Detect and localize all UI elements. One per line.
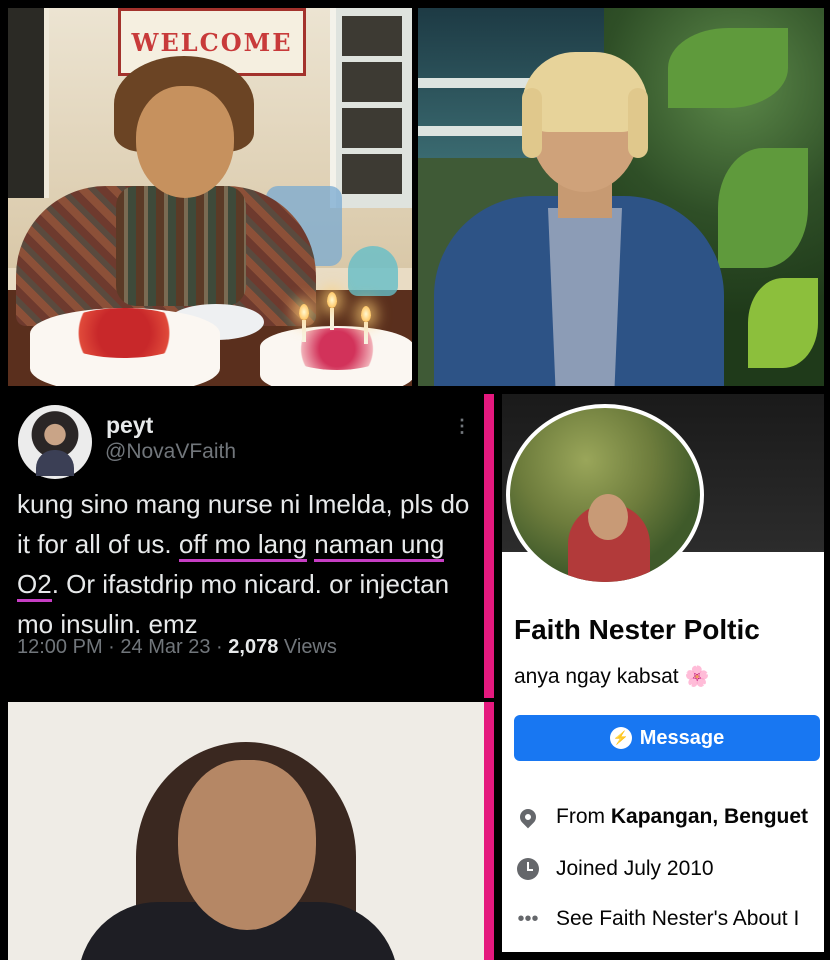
window-pane [342, 108, 402, 148]
candle-flame [327, 292, 337, 308]
leaf [718, 148, 808, 268]
hair-side [628, 88, 648, 158]
more-vertical-icon[interactable]: ⋮ [453, 416, 472, 437]
strawberry-topping [54, 308, 194, 358]
bio-text: anya ngay kabsat [514, 665, 679, 688]
tweet-text: kung sino mang nurse ni Imelda, pls do i… [17, 484, 477, 644]
window-pane [342, 154, 402, 194]
candle-flame [299, 304, 309, 320]
shirt [548, 208, 622, 386]
leaf [668, 28, 788, 108]
portrait-photo [418, 8, 824, 386]
person-face [136, 86, 234, 198]
more-horizontal-icon: ••• [517, 907, 539, 930]
flower-icon: 🌸 [684, 666, 710, 688]
clock-icon [514, 858, 542, 880]
tweet-date[interactable]: 24 Mar 23 [120, 636, 210, 658]
hair-side [522, 88, 542, 158]
message-button[interactable]: ⚡ Message [514, 715, 820, 761]
leaf [748, 278, 818, 368]
candle [302, 320, 306, 342]
welcome-sign-text: WELCOME [131, 27, 293, 57]
candle [330, 308, 334, 330]
left-window [8, 8, 49, 198]
facebook-profile: Faith Nester Poltic anya ngay kabsat 🌸 ⚡… [502, 394, 824, 952]
candle [364, 322, 368, 344]
location-pin-icon [514, 805, 542, 829]
tweet-time[interactable]: 12:00 PM [17, 636, 103, 658]
from-place[interactable]: Kapangan, Benguet [611, 805, 808, 829]
meta-separator: · [108, 636, 115, 658]
avatar-face [588, 494, 628, 540]
about-link[interactable]: See Faith Nester's About I [556, 907, 799, 931]
tweet-text-part: . Or ifastdrip mo nicard. or injectan mo… [17, 569, 450, 639]
water-bottle [348, 246, 398, 296]
person-face [178, 760, 316, 930]
tweet-card: peyt @NovaVFaith ⋮ kung sino mang nurse … [8, 394, 494, 698]
joined-text: Joined July 2010 [556, 857, 714, 880]
candle-flame [361, 306, 371, 322]
window-pane [342, 16, 402, 56]
window [330, 8, 412, 208]
birthday-photo: WELCOME [8, 8, 412, 386]
tweet-highlight: off mo lang [178, 529, 308, 562]
profile-bio: anya ngay kabsat 🌸 [514, 664, 709, 689]
portrait-photo-2 [8, 702, 494, 960]
tweet-views-count: 2,078 [228, 636, 279, 658]
profile-picture[interactable] [506, 404, 704, 586]
joined-row: Joined July 2010 [514, 854, 824, 884]
about-row[interactable]: ••• See Faith Nester's About I [514, 904, 824, 934]
cake-topping [282, 328, 392, 370]
messenger-icon: ⚡ [609, 727, 632, 749]
tweet-author-name[interactable]: peyt [106, 412, 153, 439]
meta-separator: · [216, 636, 223, 658]
from-row: From Kapangan, Benguet [514, 802, 824, 832]
message-button-label: Message [639, 726, 725, 749]
tweet-author-handle[interactable]: @NovaVFaith [105, 440, 236, 464]
scarf [116, 186, 246, 306]
profile-name: Faith Nester Poltic [514, 614, 760, 645]
tweet-views-label: Views [283, 636, 337, 658]
window-pane [342, 62, 402, 102]
avatar-figure [36, 450, 74, 476]
tweet-meta: 12:00 PM · 24 Mar 23 · 2,078 Views [17, 636, 337, 659]
from-prefix: From [556, 805, 605, 828]
